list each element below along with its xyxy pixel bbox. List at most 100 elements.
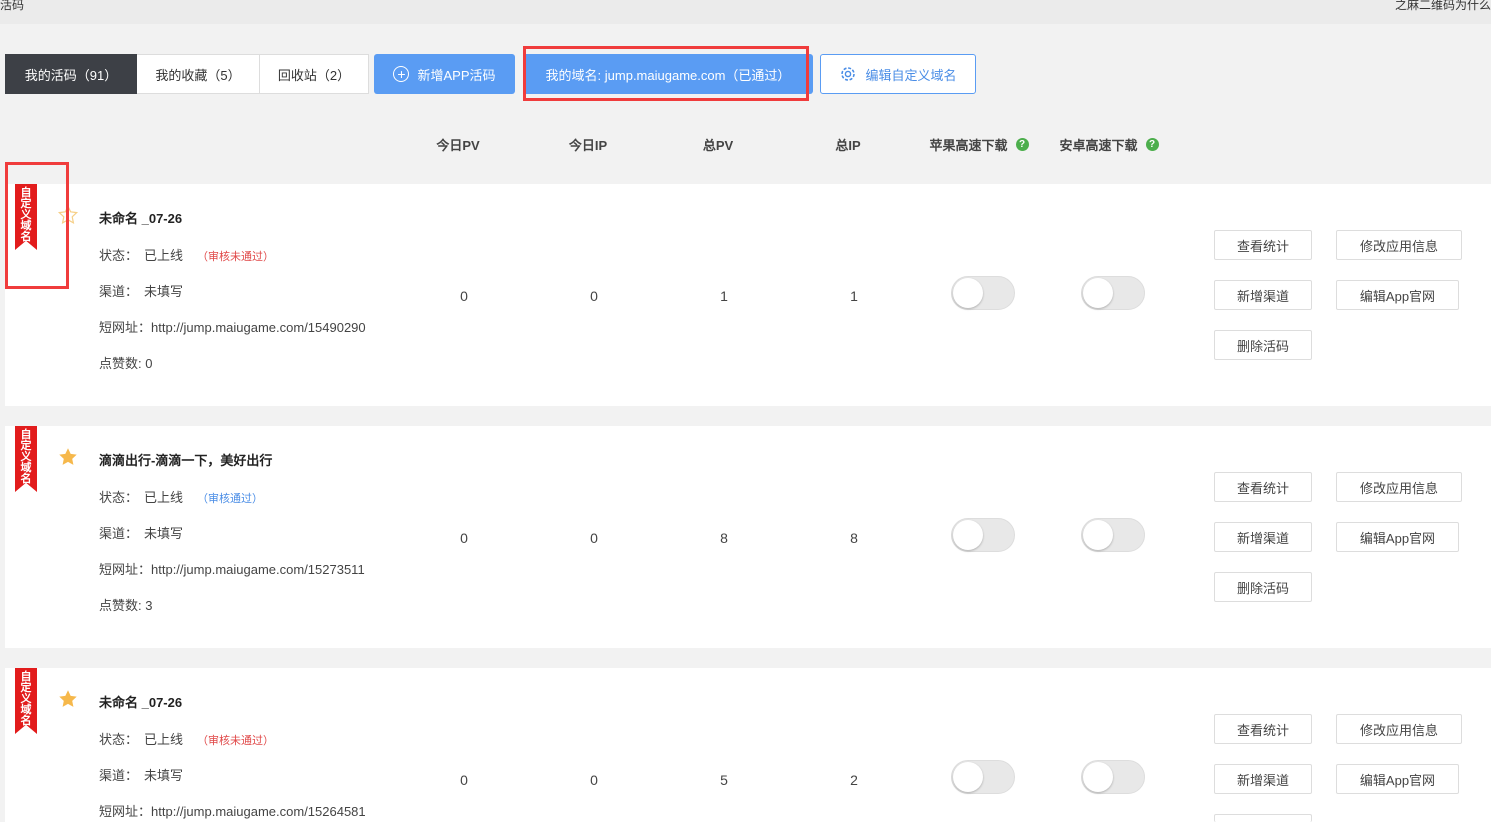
toggle-knob bbox=[1083, 520, 1113, 550]
audit-status: （审核未通过） bbox=[197, 251, 275, 263]
col-today-ip: 今日IP bbox=[568, 138, 608, 153]
toggle-knob bbox=[1083, 278, 1113, 308]
total-pv-value: 1 bbox=[720, 288, 728, 304]
add-channel-button[interactable]: 新增渠道 bbox=[1214, 522, 1312, 552]
status-label: 状态： bbox=[99, 248, 139, 263]
short-url-label: 短网址： bbox=[99, 804, 152, 819]
total-pv-value: 5 bbox=[720, 772, 728, 788]
status-label: 状态： bbox=[99, 490, 139, 505]
ios-download-toggle[interactable] bbox=[951, 760, 1015, 794]
status-value: 已上线 bbox=[144, 490, 184, 505]
help-icon[interactable]: ? bbox=[1145, 138, 1159, 151]
view-stats-button[interactable]: 查看统计 bbox=[1214, 230, 1312, 260]
short-url-label: 短网址： bbox=[99, 562, 152, 577]
code-name: 未命名 _07-26 bbox=[99, 211, 183, 226]
channel-line: 渠道： 未填写 bbox=[99, 765, 183, 784]
audit-status: （审核通过） bbox=[197, 493, 264, 505]
toggle-knob bbox=[1083, 762, 1113, 792]
add-app-code-label: 新增APP活码 bbox=[417, 67, 496, 83]
star-filled-icon[interactable] bbox=[57, 446, 79, 468]
short-url-value[interactable]: http://jump.maiugame.com/15273511 bbox=[151, 562, 365, 577]
plus-icon: + bbox=[393, 66, 410, 82]
short-url-line: 短网址：http://jump.maiugame.com/15273511 bbox=[99, 559, 365, 578]
status-value: 已上线 bbox=[144, 732, 184, 747]
code-card: 自定义域名 未命名 _07-26 状态： 已上线 （审核未通过） 渠道： 未填写 短网… bbox=[5, 184, 1491, 406]
col-total-ip: 总IP bbox=[835, 138, 861, 153]
edit-app-info-button[interactable]: 修改应用信息 bbox=[1336, 472, 1462, 502]
total-ip-value: 2 bbox=[850, 772, 858, 788]
ribbon-char: 名 bbox=[20, 473, 32, 485]
col-today-pv: 今日PV bbox=[436, 138, 480, 153]
status-line: 状态： 已上线 （审核通过） bbox=[99, 487, 263, 506]
short-url-line: 短网址：http://jump.maiugame.com/15490290 bbox=[99, 317, 366, 336]
android-download-toggle[interactable] bbox=[1081, 276, 1145, 310]
view-stats-button[interactable]: 查看统计 bbox=[1214, 714, 1312, 744]
status-label: 状态： bbox=[99, 732, 139, 747]
my-domain-label: 我的域名: jump.maiugame.com（已通过） bbox=[545, 67, 791, 83]
today-ip-value: 0 bbox=[590, 772, 598, 788]
code-name: 未命名 _07-26 bbox=[99, 695, 183, 710]
edit-custom-domain-button[interactable]: 编辑自定义域名 bbox=[820, 54, 976, 94]
add-channel-button[interactable]: 新增渠道 bbox=[1214, 280, 1312, 310]
android-download-toggle[interactable] bbox=[1081, 760, 1145, 794]
channel-line: 渠道： 未填写 bbox=[99, 281, 183, 300]
star-filled-icon[interactable] bbox=[57, 688, 79, 710]
audit-status: （审核未通过） bbox=[197, 735, 275, 747]
col-total-pv: 总PV bbox=[702, 138, 734, 153]
channel-label: 渠道： bbox=[99, 526, 139, 541]
channel-value: 未填写 bbox=[144, 768, 184, 783]
breadcrumb: 活码 bbox=[0, 0, 25, 12]
likes-value: 0 bbox=[145, 356, 153, 371]
code-name: 滴滴出行-滴滴一下，美好出行 bbox=[99, 453, 273, 468]
tab-recycle-bin[interactable]: 回收站（2） bbox=[260, 54, 369, 94]
col-ios-download-label: 苹果高速下载 bbox=[929, 138, 1008, 153]
short-url-value[interactable]: http://jump.maiugame.com/15264581 bbox=[151, 804, 366, 819]
top-right-link[interactable]: 之麻二维码为什么 bbox=[1395, 0, 1491, 13]
help-icon[interactable]: ? bbox=[1015, 138, 1029, 151]
likes-label: 点赞数: bbox=[99, 598, 146, 613]
delete-code-button[interactable]: 删除活码 bbox=[1214, 572, 1312, 602]
col-ios-download: 苹果高速下载 ? bbox=[918, 135, 1040, 154]
gear-icon bbox=[841, 67, 856, 81]
total-pv-value: 8 bbox=[720, 530, 728, 546]
edit-app-info-button[interactable]: 修改应用信息 bbox=[1336, 714, 1462, 744]
top-bar: 活码 之麻二维码为什么 bbox=[0, 0, 1491, 24]
total-ip-value: 8 bbox=[850, 530, 858, 546]
likes-line: 点赞数: 0 bbox=[99, 353, 152, 372]
my-domain-button[interactable]: 我的域名: jump.maiugame.com（已通过） bbox=[523, 54, 813, 94]
today-pv-value: 0 bbox=[460, 288, 468, 304]
col-android-download-label: 安卓高速下载 bbox=[1059, 138, 1138, 153]
edit-app-site-button[interactable]: 编辑App官网 bbox=[1336, 280, 1459, 310]
channel-value: 未填写 bbox=[144, 526, 184, 541]
status-value: 已上线 bbox=[144, 248, 184, 263]
add-app-code-button[interactable]: + 新增APP活码 bbox=[374, 54, 515, 94]
status-line: 状态： 已上线 （审核未通过） bbox=[99, 245, 274, 264]
ios-download-toggle[interactable] bbox=[951, 518, 1015, 552]
tab-favorites[interactable]: 我的收藏（5） bbox=[137, 54, 260, 94]
likes-line: 点赞数: 3 bbox=[99, 595, 152, 614]
ios-download-toggle[interactable] bbox=[951, 276, 1015, 310]
edit-custom-domain-label: 编辑自定义域名 bbox=[865, 67, 957, 83]
short-url-value[interactable]: http://jump.maiugame.com/15490290 bbox=[151, 320, 366, 335]
delete-code-button[interactable] bbox=[1214, 814, 1312, 822]
code-card: 自定义域名 滴滴出行-滴滴一下，美好出行 状态： 已上线 （审核通过） 渠道： 未填写… bbox=[5, 426, 1491, 648]
android-download-toggle[interactable] bbox=[1081, 518, 1145, 552]
toggle-knob bbox=[953, 278, 983, 308]
channel-label: 渠道： bbox=[99, 768, 139, 783]
edit-app-info-button[interactable]: 修改应用信息 bbox=[1336, 230, 1462, 260]
col-android-download: 安卓高速下载 ? bbox=[1048, 135, 1170, 154]
toggle-knob bbox=[953, 520, 983, 550]
total-ip-value: 1 bbox=[850, 288, 858, 304]
likes-label: 点赞数: bbox=[99, 356, 146, 371]
today-pv-value: 0 bbox=[460, 772, 468, 788]
star-outline-icon[interactable] bbox=[57, 204, 79, 226]
view-stats-button[interactable]: 查看统计 bbox=[1214, 472, 1312, 502]
add-channel-button[interactable]: 新增渠道 bbox=[1214, 764, 1312, 794]
tab-my-codes[interactable]: 我的活码（91） bbox=[5, 54, 137, 94]
code-card: 自定义域名 未命名 _07-26 状态： 已上线 （审核未通过） 渠道： 未填写 短网… bbox=[5, 668, 1491, 822]
delete-code-button[interactable]: 删除活码 bbox=[1214, 330, 1312, 360]
edit-app-site-button[interactable]: 编辑App官网 bbox=[1336, 522, 1459, 552]
custom-domain-ribbon: 自定义域名 bbox=[15, 668, 37, 734]
channel-value: 未填写 bbox=[144, 284, 184, 299]
edit-app-site-button[interactable]: 编辑App官网 bbox=[1336, 764, 1459, 794]
